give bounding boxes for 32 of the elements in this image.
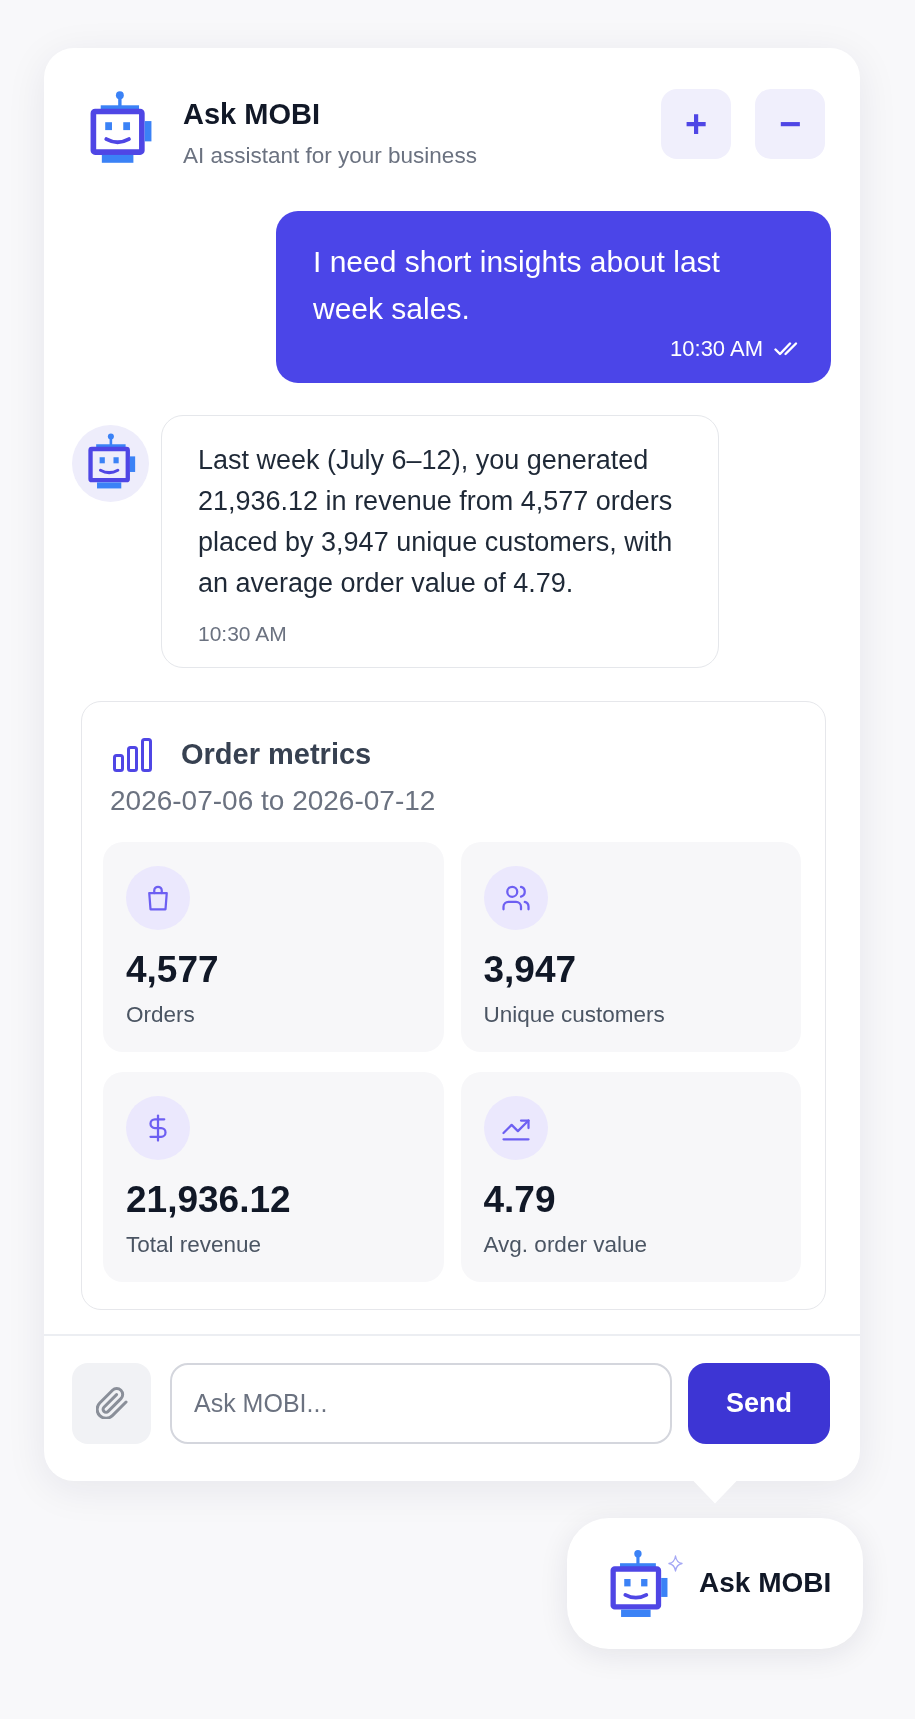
robot-logo-icon [610,1549,668,1617]
minus-button[interactable]: − [755,89,825,159]
launcher-button[interactable]: Ask MOBI [567,1517,863,1649]
message-time: 10:30 AM [198,621,287,646]
bar-chart-icon [113,737,153,772]
plus-button[interactable]: + [661,89,731,159]
sparkle-icon [668,1554,683,1572]
metric-label: Unique customers [483,1001,665,1028]
bot-avatar-icon [72,425,149,502]
message-input[interactable]: Ask MOBI... [170,1362,672,1444]
attach-button[interactable] [72,1362,151,1444]
trend-up-icon [483,1096,548,1160]
robot-logo-icon [90,91,152,163]
shopping-bag-icon [126,866,190,930]
metric-label: Total revenue [126,1231,262,1258]
metric-value: 3,947 [483,948,577,991]
date-range: 2026-07-06 to 2026-07-12 [110,784,436,818]
metric-value: 4.79 [483,1178,556,1221]
message-text: I need short insights about last week sales. [313,244,721,327]
metric-label: Avg. order value [483,1231,647,1258]
metrics-title: Order metrics [181,737,372,772]
metric-label: Orders [126,1001,195,1028]
people-icon [483,866,548,930]
chat-title: Ask MOBI [183,97,320,132]
send-button[interactable]: Send [688,1362,830,1444]
message-time: 10:30 AM [670,336,763,362]
dollar-icon [126,1096,190,1160]
paperclip-icon [95,1387,128,1419]
chat-subtitle: AI assistant for your business [183,142,477,169]
metric-value: 4,577 [126,948,219,991]
metric-value: 21,936.12 [126,1178,291,1221]
message-text: Last week (July 6–12), you generated 21,936.12 in revenue from 4,577 orders placed by 3,947 unique customers, with an average order value of 4.79. [198,444,674,600]
